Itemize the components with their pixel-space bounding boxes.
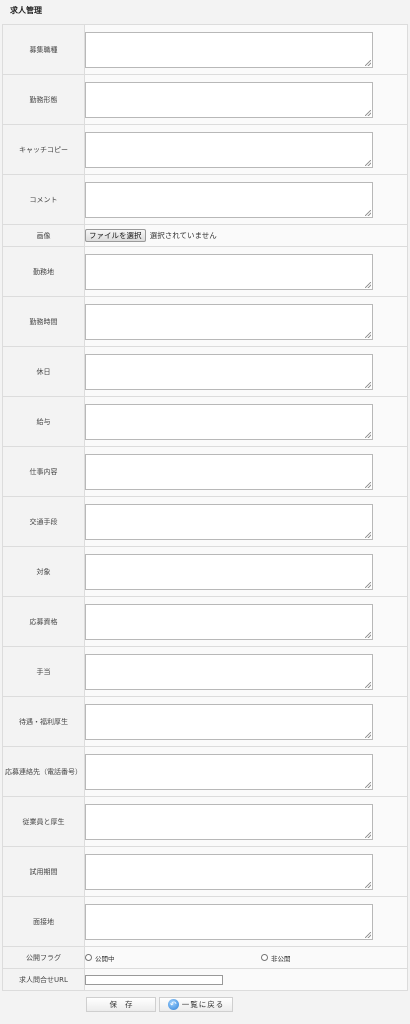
- resize-grip-icon[interactable]: [365, 781, 371, 788]
- field-textarea[interactable]: [85, 903, 373, 940]
- field-textarea[interactable]: [85, 403, 373, 440]
- radio-circle-icon: [85, 954, 92, 961]
- form-row: 試用期間: [2, 846, 408, 897]
- field-label: 求人問合せURL: [2, 968, 85, 991]
- job-form: 募集職種 勤務形態 キャッチコピー コメント 画像 ファイルを選択 選択されていません…: [2, 24, 408, 991]
- publish-flag-row: 公開フラグ 公開中 非公開: [2, 946, 408, 969]
- form-row: 従業員と厚生: [2, 796, 408, 847]
- resize-grip-icon[interactable]: [365, 531, 371, 538]
- page-title: 求人管理: [10, 6, 42, 15]
- field-label: 公開フラグ: [2, 946, 85, 969]
- form-row: 勤務時間: [2, 296, 408, 347]
- form-row: 休日: [2, 346, 408, 397]
- file-status: 選択されていません: [149, 231, 217, 240]
- resize-grip-icon[interactable]: [365, 431, 371, 438]
- radio-label: 非公開: [271, 954, 291, 963]
- field-textarea[interactable]: [85, 603, 373, 640]
- form-row: 勤務形態: [2, 74, 408, 125]
- field-label: 募集職種: [2, 24, 85, 75]
- form-row: キャッチコピー: [2, 124, 408, 175]
- resize-grip-icon[interactable]: [365, 931, 371, 938]
- field-textarea[interactable]: [85, 453, 373, 490]
- radio-unpublished[interactable]: 非公開: [261, 953, 291, 963]
- radio-label: 公開中: [95, 954, 115, 963]
- resize-grip-icon[interactable]: [365, 109, 371, 116]
- resize-grip-icon[interactable]: [365, 681, 371, 688]
- field-label: 勤務時間: [2, 296, 85, 347]
- field-label: 従業員と厚生: [2, 796, 85, 847]
- back-to-list-button[interactable]: ↶ 一覧に戻る: [159, 997, 233, 1012]
- resize-grip-icon[interactable]: [365, 881, 371, 888]
- field-label: 仕事内容: [2, 446, 85, 497]
- field-label: 手当: [2, 646, 85, 697]
- form-row: コメント: [2, 174, 408, 225]
- publish-radio-group: 公開中 非公開: [85, 948, 407, 968]
- field-textarea[interactable]: [85, 803, 373, 840]
- field-label: 応募資格: [2, 596, 85, 647]
- back-arrow-icon: ↶: [167, 999, 179, 1010]
- image-row: 画像 ファイルを選択 選択されていません: [2, 224, 408, 247]
- form-row: 仕事内容: [2, 446, 408, 497]
- resize-grip-icon[interactable]: [365, 331, 371, 338]
- field-label: 試用期間: [2, 846, 85, 897]
- form-row: 対象: [2, 546, 408, 597]
- field-label: 画像: [2, 224, 85, 247]
- field-label: キャッチコピー: [2, 124, 85, 175]
- inquiry-url-row: 求人問合せURL: [2, 968, 408, 991]
- form-row: 応募資格: [2, 596, 408, 647]
- field-label: 交通手段: [2, 496, 85, 547]
- resize-grip-icon[interactable]: [365, 481, 371, 488]
- field-textarea[interactable]: [85, 131, 373, 168]
- radio-published[interactable]: 公開中: [85, 953, 115, 963]
- save-button[interactable]: 保存: [86, 997, 156, 1012]
- resize-grip-icon[interactable]: [365, 59, 371, 66]
- form-row: 勤務地: [2, 246, 408, 297]
- resize-grip-icon[interactable]: [365, 281, 371, 288]
- field-textarea[interactable]: [85, 253, 373, 290]
- radio-circle-icon: [261, 954, 268, 961]
- field-textarea[interactable]: [85, 181, 373, 218]
- field-textarea[interactable]: [85, 303, 373, 340]
- field-textarea[interactable]: [85, 753, 373, 790]
- inquiry-url-input[interactable]: [85, 974, 223, 985]
- choose-file-button[interactable]: ファイルを選択: [85, 229, 146, 242]
- resize-grip-icon[interactable]: [365, 731, 371, 738]
- field-textarea[interactable]: [85, 31, 373, 68]
- field-textarea[interactable]: [85, 653, 373, 690]
- resize-grip-icon[interactable]: [365, 209, 371, 216]
- field-textarea[interactable]: [85, 353, 373, 390]
- form-row: 面接地: [2, 896, 408, 947]
- field-label: 面接地: [2, 896, 85, 947]
- field-label: 給与: [2, 396, 85, 447]
- resize-grip-icon[interactable]: [365, 159, 371, 166]
- resize-grip-icon[interactable]: [365, 581, 371, 588]
- resize-grip-icon[interactable]: [365, 381, 371, 388]
- field-label: 勤務形態: [2, 74, 85, 125]
- form-actions: 保存 ↶ 一覧に戻る: [0, 991, 410, 1021]
- form-row: 給与: [2, 396, 408, 447]
- field-label: 勤務地: [2, 246, 85, 297]
- field-label: 休日: [2, 346, 85, 397]
- resize-grip-icon[interactable]: [365, 831, 371, 838]
- field-textarea[interactable]: [85, 503, 373, 540]
- field-label: コメント: [2, 174, 85, 225]
- field-textarea[interactable]: [85, 81, 373, 118]
- form-row: 交通手段: [2, 496, 408, 547]
- field-label: 対象: [2, 546, 85, 597]
- form-row: 手当: [2, 646, 408, 697]
- resize-grip-icon[interactable]: [365, 631, 371, 638]
- form-row: 応募連絡先（電話番号）: [2, 746, 408, 797]
- field-textarea[interactable]: [85, 853, 373, 890]
- form-row: 募集職種: [2, 24, 408, 75]
- field-label: 応募連絡先（電話番号）: [2, 746, 85, 797]
- field-textarea[interactable]: [85, 553, 373, 590]
- back-button-label: 一覧に戻る: [181, 999, 225, 1009]
- field-label: 待遇・福利厚生: [2, 696, 85, 747]
- field-textarea[interactable]: [85, 703, 373, 740]
- form-row: 待遇・福利厚生: [2, 696, 408, 747]
